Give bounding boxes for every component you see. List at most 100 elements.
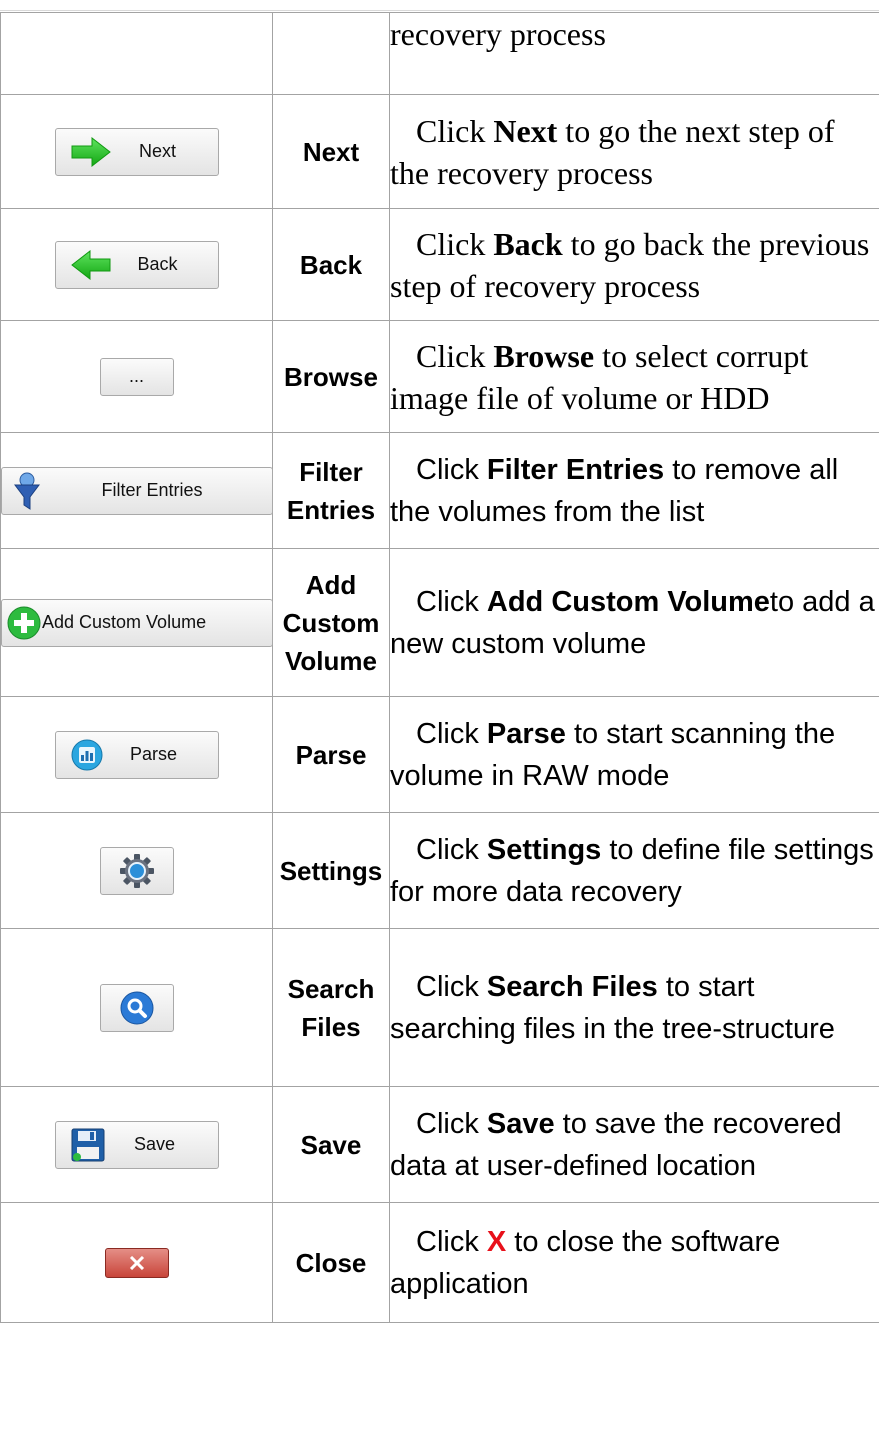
next-button[interactable]: Next [54,127,219,176]
funnel-icon [14,472,40,510]
name-cell [272,12,390,95]
filter-entries-button-label: Filter Entries [101,480,203,500]
description-prefix: Click [416,585,487,618]
description-bold: X [486,1225,507,1258]
table-row: ... Browse Click Browse to select corrup… [0,320,879,433]
description-prefix: Click [416,112,494,149]
button-name: Browse [284,361,378,392]
chart-circle-icon [71,739,102,770]
table-row: Parse Parse Click Parse to start scannin… [0,696,879,813]
description-cell: Click X to close the software applicatio… [389,1202,879,1323]
table-row: Next Next Click Next to go the next step… [0,94,879,209]
top-rule [0,10,879,11]
icon-cell: Next [0,94,273,209]
description-prefix: Click [416,453,487,486]
parse-button-label: Parse [129,744,178,764]
description-cell: Click Back to go back the previous step … [389,208,879,321]
button-name: Search Files [287,973,375,1042]
description-cell: recovery process [389,12,879,95]
parse-button[interactable]: Parse [54,730,219,779]
description-bold: Parse [486,717,566,750]
description-cell: Click Next to go the next step of the re… [389,94,879,209]
description-bold: Save [486,1107,555,1140]
table-row: Back Back Click Back to go back the prev… [0,208,879,321]
description-text: recovery process [390,16,606,52]
arrow-left-icon [70,249,110,280]
icon-cell [0,12,273,95]
name-cell: Search Files [272,928,390,1087]
description-bold: Settings [486,833,602,866]
name-cell: Filter Entries [272,432,390,549]
icon-cell [0,812,273,929]
name-cell: Add Custom Volume [272,548,390,697]
search-files-button[interactable] [99,983,174,1032]
description-bold: Search Files [486,970,658,1003]
add-custom-volume-button[interactable]: Add Custom Volume [1,598,273,647]
filter-entries-button[interactable]: Filter Entries [1,466,273,515]
description-bold: Back [493,225,563,262]
description-cell: Click Settings to define file settings f… [389,812,879,929]
table-row: Close Click X to close the software appl… [0,1202,879,1323]
description-prefix: Click [416,337,494,374]
back-button-label: Back [137,254,178,274]
description-prefix: Click [416,1225,487,1258]
icon-cell: ... [0,320,273,433]
name-cell: Back [272,208,390,321]
description-bold: Filter Entries [486,453,665,486]
description-prefix: Click [416,970,487,1003]
description-cell: Click Save to save the recovered data at… [389,1086,879,1203]
description-prefix: Click [416,1107,487,1140]
table-row: Add Custom Volume Add Custom Volume Clic… [0,548,879,697]
button-name: Next [302,136,360,167]
icon-cell: Save [0,1086,273,1203]
name-cell: Close [272,1202,390,1323]
table-row: Filter Entries Filter Entries Click Filt… [0,432,879,549]
button-name: Settings [279,855,383,886]
description-cell: Click Browse to select corrupt image fil… [389,320,879,433]
name-cell: Save [272,1086,390,1203]
icon-cell [0,928,273,1087]
description-bold: Next [493,112,558,149]
description-prefix: Click [416,833,487,866]
button-name: Back [299,249,363,280]
arrow-right-icon [71,136,111,167]
floppy-icon [71,1128,104,1161]
description-cell: Click Filter Entries to remove all the v… [389,432,879,549]
table-row: Search Files Click Search Files to start… [0,928,879,1087]
description-bold: Browse [493,337,595,374]
settings-button[interactable] [99,846,174,895]
gear-icon [119,853,154,888]
table-row: Save Save Click Save to save the recover… [0,1086,879,1203]
description-cell: Click Parse to start scanning the volume… [389,696,879,813]
name-cell: Parse [272,696,390,813]
icon-cell: Parse [0,696,273,813]
table-row: recovery process [0,12,879,95]
name-cell: Next [272,94,390,209]
browse-button[interactable]: ... [99,357,174,396]
button-name: Add Custom Volume [282,569,380,676]
name-cell: Browse [272,320,390,433]
description-bold: Add Custom Volume [486,585,770,618]
browse-button-label: ... [128,366,144,386]
icon-cell: Filter Entries [0,432,273,549]
table-row: Settings Click Settings to define file s… [0,812,879,929]
add-custom-volume-button-label: Add Custom Volume [42,612,207,632]
description-prefix: Click [416,225,494,262]
icon-cell: Back [0,208,273,321]
icon-cell: Add Custom Volume [0,548,273,697]
close-x-icon [129,1255,144,1270]
magnifier-icon [120,991,153,1024]
description-prefix: Click [416,717,487,750]
toolbar-reference-table: recovery process Next Next Click Next to… [0,12,879,1323]
button-name: Parse [295,739,367,770]
save-button[interactable]: Save [54,1120,219,1169]
plus-circle-icon [7,606,41,639]
back-button[interactable]: Back [54,240,219,289]
icon-cell [0,1202,273,1323]
close-button[interactable] [104,1247,169,1278]
button-name: Save [300,1129,362,1160]
description-cell: Click Search Files to start searching fi… [389,928,879,1087]
save-button-label: Save [133,1134,176,1154]
button-name: Filter Entries [286,456,376,525]
button-name: Close [295,1247,367,1278]
